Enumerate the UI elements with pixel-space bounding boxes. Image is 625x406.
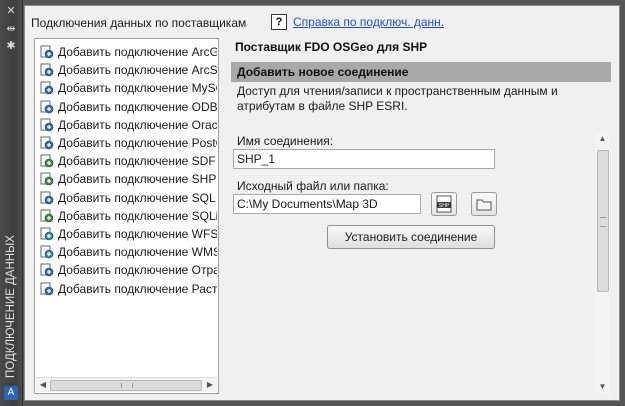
help-icon[interactable]: ?: [271, 14, 287, 30]
scroll-down-icon[interactable]: ▼: [595, 380, 610, 394]
provider-list-item[interactable]: Добавить подключение MySQL: [37, 79, 217, 97]
palette-vertical-title: ПОДКЛЮЧЕНИЕ ДАННЫХ: [5, 235, 17, 378]
provider-list-item-label: Добавить подключение WMS: [58, 245, 217, 260]
raster-icon: [40, 282, 54, 295]
svg-text:SHP: SHP: [439, 203, 450, 209]
properties-icon[interactable]: ✱: [4, 40, 18, 52]
palette-titlebar: ✕ ⇹ ✱ ПОДКЛЮЧЕНИЕ ДАННЫХ A: [0, 0, 23, 406]
browse-shp-file-button[interactable]: SHP: [431, 192, 457, 216]
section-header: Добавить новое соединение: [231, 62, 611, 82]
wms-icon: [40, 245, 54, 259]
sqlite-icon: [40, 209, 54, 223]
browse-folder-button[interactable]: [471, 192, 497, 216]
providers-title: Подключения данных по поставщикам: [31, 16, 247, 30]
provider-list-item-label: Добавить подключение SQLite: [58, 208, 217, 223]
provider-list-item-label: Добавить подключение ArcSDE: [58, 63, 217, 78]
connect-button[interactable]: Установить соединение: [327, 225, 495, 249]
provider-list-item[interactable]: Добавить подключение ArcSDE: [37, 61, 217, 79]
source-file-input[interactable]: C:\My Documents\Map 3D Tutorials: [233, 194, 421, 214]
provider-list-item[interactable]: Добавить подключение Раст: [37, 280, 217, 298]
connection-name-input[interactable]: SHP_1: [233, 149, 495, 169]
provider-list-item-label: Добавить подключение PostGIS: [58, 136, 217, 150]
provider-description: Доступ для чтения/записи к пространствен…: [237, 84, 558, 113]
shp-file-icon: SHP: [436, 195, 452, 213]
provider-list-item-label: Добавить подключение Раст: [58, 281, 217, 296]
provider-list-item[interactable]: Добавить подключение WFS: [37, 225, 217, 243]
provider-list-item[interactable]: Добавить подключение ODBC: [37, 98, 217, 116]
provider-list-item[interactable]: Добавить подключение SQLite: [37, 207, 217, 225]
sdf-icon: [40, 154, 54, 168]
arcsde-icon: [40, 63, 54, 77]
provider-list-item-label: Добавить подключение ODBC: [58, 99, 217, 114]
provider-list-item[interactable]: Добавить подключение PostGIS: [37, 134, 217, 152]
provider-list-item[interactable]: Добавить подключение WMS: [37, 243, 217, 261]
scroll-up-icon[interactable]: ▲: [595, 132, 610, 146]
data-connect-palette: ✕ ⇹ ✱ ПОДКЛЮЧЕНИЕ ДАННЫХ A Подключения д…: [0, 0, 625, 406]
autocad-logo-icon: A: [4, 386, 18, 400]
provider-list-item[interactable]: Добавить подключение SQL Server: [37, 189, 217, 207]
provider-title: Поставщик FDO OSGeo для SHP: [235, 40, 428, 54]
horizontal-scrollbar[interactable]: ◀ ▶: [36, 377, 217, 392]
folder-icon: [476, 199, 492, 211]
provider-list-item-label: Добавить подключение WFS: [58, 227, 217, 241]
provider-list-item[interactable]: Добавить подключение ArcGIS: [37, 43, 217, 61]
scroll-thumb-vertical[interactable]: [597, 150, 609, 292]
scroll-right-icon[interactable]: ▶: [205, 380, 215, 390]
vertical-scrollbar[interactable]: ▲ ▼: [595, 132, 610, 394]
odbc-icon: [40, 100, 54, 113]
provider-list-item-label: Добавить подключение ArcGIS: [58, 45, 217, 59]
provider-list-item-label: Добавить подключение Oracle: [58, 117, 217, 132]
provider-list-item[interactable]: Добавить подключение Отра: [37, 261, 217, 279]
help-link[interactable]: Справка по подключ. данн.: [293, 15, 444, 29]
sqlserver-icon: [40, 191, 54, 204]
provider-list-item[interactable]: Добавить подключение Oracle: [37, 116, 217, 134]
wfs-icon: [40, 227, 54, 241]
close-icon[interactable]: ✕: [4, 5, 18, 17]
shp-icon: [40, 172, 54, 186]
scroll-left-icon[interactable]: ◀: [38, 380, 48, 390]
provider-list-item-label: Добавить подключение SDF: [58, 154, 216, 169]
source-file-label: Исходный файл или папка:: [237, 179, 389, 193]
provider-list-item-label: Добавить подключение SQL Server: [58, 190, 217, 205]
palette-content: Подключения данных по поставщикам ? Спра…: [24, 5, 620, 401]
raster-icon: [40, 263, 54, 277]
provider-list: Добавить подключение ArcGIS Добавить подк…: [34, 38, 219, 394]
provider-list-item[interactable]: Добавить подключение SDF: [37, 152, 217, 170]
autohide-icon[interactable]: ⇹: [4, 23, 18, 35]
postgis-icon: [40, 136, 54, 150]
provider-list-item[interactable]: Добавить подключение SHP: [37, 170, 217, 188]
scroll-thumb[interactable]: [50, 380, 202, 391]
mysql-icon: [40, 81, 54, 95]
arcgis-icon: [40, 45, 54, 59]
oracle-icon: [40, 118, 54, 132]
provider-list-item-label: Добавить подключение MySQL: [58, 81, 217, 96]
provider-list-item-label: Добавить подключение SHP: [58, 172, 217, 187]
connection-name-label: Имя соединения:: [237, 134, 334, 148]
provider-list-item-label: Добавить подключение Отра: [58, 263, 217, 278]
